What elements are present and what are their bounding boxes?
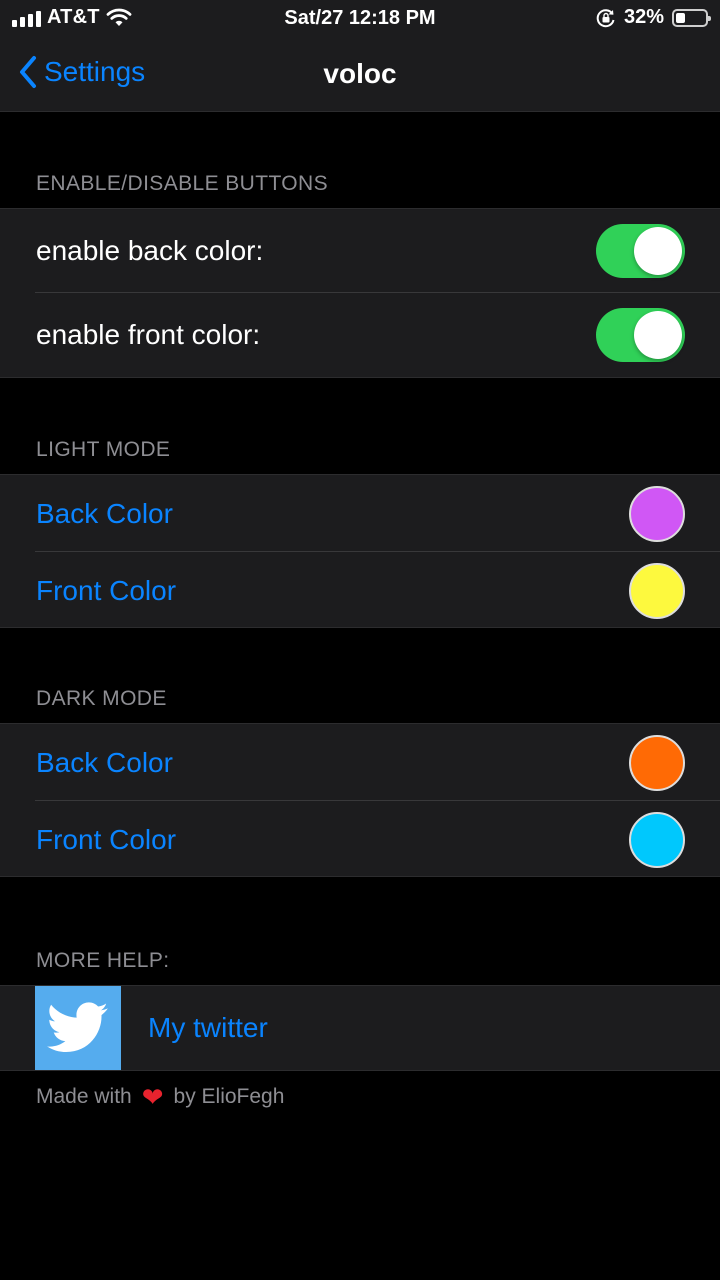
light-back-color-swatch[interactable] xyxy=(629,485,685,542)
dark-mode-group: Back Color Front Color xyxy=(0,723,720,877)
section-header-light-mode: LIGHT MODE xyxy=(36,438,171,461)
light-front-color-row[interactable]: Front Color xyxy=(0,552,720,629)
section-header-buttons: ENABLE/DISABLE BUTTONS xyxy=(36,172,329,195)
toggle-knob xyxy=(634,311,682,359)
footer-suffix: by ElioFegh xyxy=(173,1085,285,1108)
section-header-more-help: MORE HELP: xyxy=(36,949,170,972)
dark-front-color-row[interactable]: Front Color xyxy=(0,801,720,878)
dark-front-color-swatch[interactable] xyxy=(629,811,685,868)
dark-back-color-label: Back Color xyxy=(36,746,173,778)
twitter-logo xyxy=(35,986,121,1070)
orientation-lock-icon xyxy=(596,8,615,27)
light-front-color-swatch[interactable] xyxy=(629,562,685,619)
buttons-group: enable back color: enable front color: xyxy=(0,208,720,378)
status-right: 32% xyxy=(596,6,711,29)
light-front-color-label: Front Color xyxy=(36,574,177,606)
more-help-group: My twitter xyxy=(0,985,720,1071)
heart-icon: ❤ xyxy=(141,1082,164,1112)
enable-back-color-toggle[interactable] xyxy=(596,224,685,278)
dark-front-color-label: Front Color xyxy=(36,823,177,855)
light-mode-group: Back Color Front Color xyxy=(0,474,720,628)
battery-fill xyxy=(676,12,685,23)
footer-prefix: Made with xyxy=(36,1085,132,1108)
footer-credit: Made with ❤ by ElioFegh xyxy=(36,1084,284,1110)
dark-back-color-row[interactable]: Back Color xyxy=(0,724,720,801)
light-back-color-label: Back Color xyxy=(36,497,173,529)
twitter-bird-icon xyxy=(47,1002,108,1053)
section-header-dark-mode: DARK MODE xyxy=(36,687,167,710)
enable-front-color-row: enable front color: xyxy=(0,293,720,377)
twitter-link-label: My twitter xyxy=(148,1012,268,1043)
enable-front-color-toggle[interactable] xyxy=(596,308,685,362)
dark-back-color-swatch[interactable] xyxy=(629,734,685,791)
twitter-link-row[interactable]: My twitter xyxy=(0,986,720,1070)
toggle-knob xyxy=(634,227,682,275)
page-title: voloc xyxy=(323,58,397,89)
battery-percent: 32% xyxy=(623,6,664,28)
battery-icon xyxy=(672,8,711,27)
enable-back-color-row: enable back color: xyxy=(0,209,720,293)
enable-front-color-label: enable front color: xyxy=(36,319,261,350)
light-back-color-row[interactable]: Back Color xyxy=(0,475,720,552)
enable-back-color-label: enable back color: xyxy=(36,235,264,266)
navigation-bar: Settings voloc xyxy=(0,38,720,112)
status-bar: AT&T Sat/27 12:18 PM 32% xyxy=(0,0,720,38)
